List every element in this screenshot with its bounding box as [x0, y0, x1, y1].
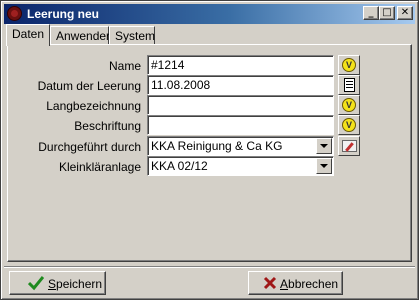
save-label: Speichern: [48, 277, 103, 291]
v-icon: V: [342, 118, 356, 132]
title-bar[interactable]: Leerung neu _ □ ✕: [4, 4, 415, 24]
window-title: Leerung neu: [27, 7, 100, 21]
tab-daten[interactable]: Daten: [6, 24, 50, 46]
langbezeichnung-lookup-button[interactable]: V: [338, 95, 360, 115]
chevron-down-icon[interactable]: [316, 158, 332, 174]
kleinklaeranlage-label: Kleinkläranlage: [58, 160, 141, 174]
edit-contractor-button[interactable]: [338, 136, 360, 156]
name-label: Name: [108, 59, 141, 73]
name-lookup-button[interactable]: V: [338, 55, 360, 75]
tab-anwender[interactable]: Anwender: [50, 26, 110, 45]
cancel-button[interactable]: Abbrechen: [248, 271, 343, 295]
v-icon: V: [342, 58, 356, 72]
v-icon: V: [342, 98, 356, 112]
name-input[interactable]: #1214: [147, 55, 334, 75]
durchgefuehrt-label: Durchgeführt durch: [38, 140, 141, 154]
kleinklaeranlage-select[interactable]: KKA 02/12: [147, 156, 334, 176]
calendar-icon: [344, 78, 355, 92]
minimize-button[interactable]: _: [363, 6, 379, 20]
beschriftung-input[interactable]: [147, 115, 334, 135]
langbezeichnung-label: Langbezeichnung: [46, 99, 141, 113]
dialog-window: Leerung neu _ □ ✕ Daten Anwender System …: [0, 0, 419, 300]
chevron-down-icon[interactable]: [316, 138, 332, 154]
langbezeichnung-input[interactable]: [147, 95, 334, 115]
close-button[interactable]: ✕: [397, 6, 413, 20]
close-icon: [263, 276, 277, 290]
durchgefuehrt-value: KKA Reinigung & Ca KG: [151, 139, 283, 153]
tab-system[interactable]: System: [109, 26, 155, 45]
beschriftung-label: Beschriftung: [74, 119, 141, 133]
edit-icon: [342, 140, 357, 152]
datum-input[interactable]: 11.08.2008: [147, 75, 334, 95]
app-icon: [7, 6, 22, 21]
maximize-button[interactable]: □: [379, 6, 395, 20]
save-button[interactable]: Speichern: [9, 271, 106, 295]
check-icon: [28, 276, 44, 291]
calendar-button[interactable]: [338, 75, 360, 95]
footer-divider: [4, 266, 415, 268]
cancel-label: Abbrechen: [280, 277, 339, 291]
datum-label: Datum der Leerung: [37, 79, 141, 93]
beschriftung-lookup-button[interactable]: V: [338, 115, 360, 135]
durchgefuehrt-select[interactable]: KKA Reinigung & Ca KG: [147, 136, 334, 156]
kleinklaeranlage-value: KKA 02/12: [151, 159, 208, 173]
